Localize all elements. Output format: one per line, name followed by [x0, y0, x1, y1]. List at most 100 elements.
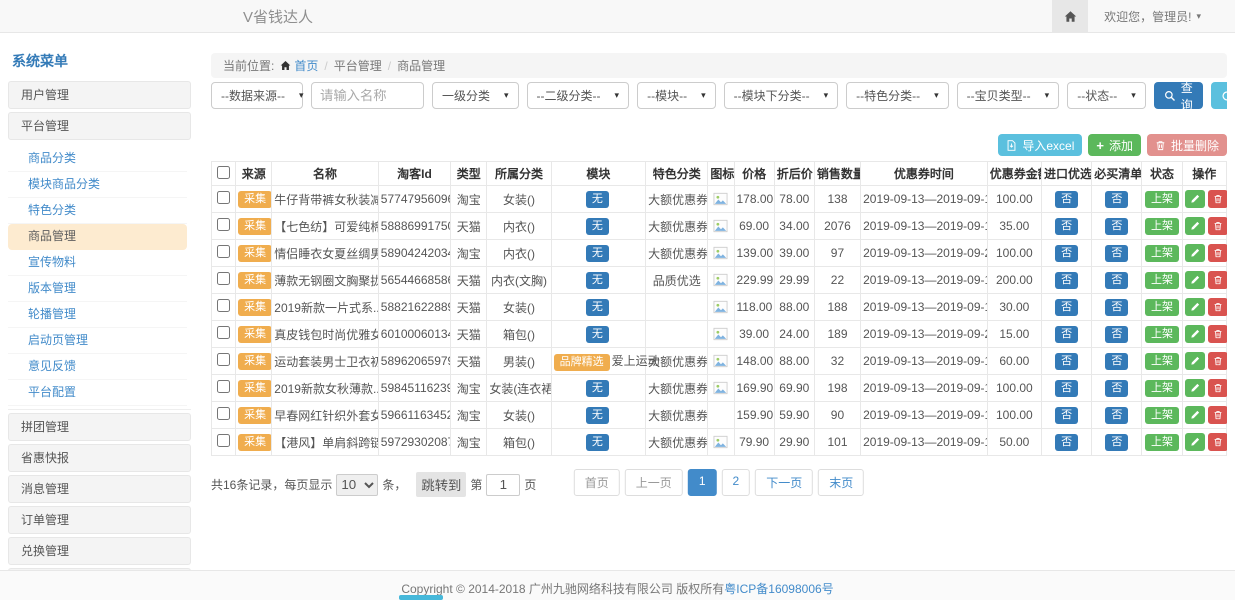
filter-select[interactable]: 一级分类 ▾ — [432, 82, 519, 109]
filter-select[interactable]: --模块-- ▾ — [637, 82, 716, 109]
sidebar-subitem[interactable]: 版本管理 — [8, 276, 187, 302]
row-checkbox[interactable] — [217, 434, 230, 447]
import-select-badge[interactable]: 否 — [1055, 245, 1078, 262]
import-select-badge[interactable]: 否 — [1055, 326, 1078, 343]
delete-button[interactable] — [1208, 352, 1227, 370]
delete-button[interactable] — [1208, 244, 1227, 262]
edit-button[interactable] — [1185, 190, 1205, 208]
page-button[interactable]: 首页 — [574, 469, 620, 496]
must-buy-badge[interactable]: 否 — [1105, 299, 1128, 316]
must-buy-badge[interactable]: 否 — [1105, 245, 1128, 262]
edit-button[interactable] — [1185, 406, 1205, 424]
row-checkbox[interactable] — [217, 272, 230, 285]
must-buy-badge[interactable]: 否 — [1105, 218, 1128, 235]
status-badge[interactable]: 上架 — [1145, 191, 1179, 208]
sidebar-group-item[interactable]: 平台管理 — [8, 112, 191, 140]
sidebar-subitem[interactable]: 特色分类 — [8, 198, 187, 224]
sidebar-group-item[interactable]: 拼团管理 — [8, 413, 191, 441]
filter-select[interactable]: --二级分类-- ▾ — [527, 82, 630, 109]
edit-button[interactable] — [1185, 379, 1205, 397]
delete-button[interactable] — [1208, 190, 1227, 208]
import-select-badge[interactable]: 否 — [1055, 380, 1078, 397]
row-checkbox[interactable] — [217, 245, 230, 258]
sidebar-group-item[interactable]: 用户管理 — [8, 81, 191, 109]
sidebar-subitem[interactable]: 平台配置 — [8, 380, 187, 406]
status-badge[interactable]: 上架 — [1145, 299, 1179, 316]
edit-button[interactable] — [1185, 433, 1205, 451]
status-badge[interactable]: 上架 — [1145, 434, 1179, 451]
sidebar-subitem[interactable]: 启动页管理 — [8, 328, 187, 354]
edit-button[interactable] — [1185, 352, 1205, 370]
home-button[interactable] — [1052, 0, 1088, 32]
filter-select[interactable]: --特色分类-- ▾ — [846, 82, 949, 109]
edit-button[interactable] — [1185, 217, 1205, 235]
delete-button[interactable] — [1208, 325, 1227, 343]
filter-select[interactable]: --宝贝类型-- ▾ — [957, 82, 1060, 109]
select-all-checkbox[interactable] — [217, 166, 230, 179]
row-checkbox[interactable] — [217, 191, 230, 204]
sidebar-subitem[interactable]: 商品管理 — [8, 224, 187, 250]
edit-button[interactable] — [1185, 244, 1205, 262]
sidebar-subitem[interactable]: 轮播管理 — [8, 302, 187, 328]
sidebar-group-item[interactable]: 省惠快报 — [8, 444, 191, 472]
must-buy-badge[interactable]: 否 — [1105, 380, 1128, 397]
delete-button[interactable] — [1208, 298, 1227, 316]
import-select-badge[interactable]: 否 — [1055, 407, 1078, 424]
add-button[interactable]: + 添加 — [1088, 134, 1141, 156]
horizontal-scrollbar-thumb[interactable] — [399, 595, 443, 600]
import-select-badge[interactable]: 否 — [1055, 299, 1078, 316]
row-checkbox[interactable] — [217, 353, 230, 366]
jump-page-input[interactable] — [486, 474, 520, 496]
import-select-badge[interactable]: 否 — [1055, 272, 1078, 289]
sidebar-group-item[interactable]: 消息管理 — [8, 475, 191, 503]
status-badge[interactable]: 上架 — [1145, 272, 1179, 289]
import-select-badge[interactable]: 否 — [1055, 218, 1078, 235]
import-select-badge[interactable]: 否 — [1055, 191, 1078, 208]
must-buy-badge[interactable]: 否 — [1105, 434, 1128, 451]
edit-button[interactable] — [1185, 271, 1205, 289]
status-badge[interactable]: 上架 — [1145, 326, 1179, 343]
status-badge[interactable]: 上架 — [1145, 407, 1179, 424]
row-checkbox[interactable] — [217, 218, 230, 231]
batch-delete-button[interactable]: 批量删除 — [1147, 134, 1227, 156]
must-buy-badge[interactable]: 否 — [1105, 407, 1128, 424]
page-button[interactable]: 2 — [722, 469, 751, 496]
source-select[interactable]: --数据来源-- ▾ — [211, 82, 303, 109]
search-button[interactable]: 查询 — [1154, 82, 1203, 109]
must-buy-badge[interactable]: 否 — [1105, 272, 1128, 289]
status-badge[interactable]: 上架 — [1145, 245, 1179, 262]
row-checkbox[interactable] — [217, 326, 230, 339]
page-button[interactable]: 下一页 — [755, 469, 813, 496]
filter-select[interactable]: --状态-- ▾ — [1067, 82, 1146, 109]
row-checkbox[interactable] — [217, 407, 230, 420]
import-select-badge[interactable]: 否 — [1055, 434, 1078, 451]
status-badge[interactable]: 上架 — [1145, 380, 1179, 397]
delete-button[interactable] — [1208, 379, 1227, 397]
page-button[interactable]: 上一页 — [625, 469, 683, 496]
import-select-badge[interactable]: 否 — [1055, 353, 1078, 370]
sidebar-group-item[interactable]: 兑换管理 — [8, 537, 191, 565]
jump-button[interactable]: 跳转到 — [416, 472, 466, 497]
must-buy-badge[interactable]: 否 — [1105, 326, 1128, 343]
filter-select[interactable]: --模块下分类-- ▾ — [724, 82, 839, 109]
delete-button[interactable] — [1208, 433, 1227, 451]
delete-button[interactable] — [1208, 406, 1227, 424]
row-checkbox[interactable] — [217, 380, 230, 393]
reset-button[interactable]: 重置 — [1211, 82, 1227, 109]
import-excel-button[interactable]: 导入excel — [998, 134, 1082, 156]
page-size-select[interactable]: 10 — [336, 474, 378, 496]
edit-button[interactable] — [1185, 298, 1205, 316]
sidebar-subitem[interactable]: 模块商品分类 — [8, 172, 187, 198]
sidebar-subitem[interactable]: 商品分类 — [8, 146, 187, 172]
sidebar-group-item[interactable]: 订单管理 — [8, 506, 191, 534]
status-badge[interactable]: 上架 — [1145, 353, 1179, 370]
must-buy-badge[interactable]: 否 — [1105, 191, 1128, 208]
sidebar-subitem[interactable]: 意见反馈 — [8, 354, 187, 380]
user-menu[interactable]: 欢迎您，管理员! ▾ — [1088, 8, 1235, 25]
edit-button[interactable] — [1185, 325, 1205, 343]
breadcrumb-home-link[interactable]: 首页 — [280, 57, 318, 74]
icp-link[interactable]: 粤ICP备16098006号 — [724, 582, 833, 596]
page-button[interactable]: 末页 — [818, 469, 864, 496]
delete-button[interactable] — [1208, 217, 1227, 235]
must-buy-badge[interactable]: 否 — [1105, 353, 1128, 370]
